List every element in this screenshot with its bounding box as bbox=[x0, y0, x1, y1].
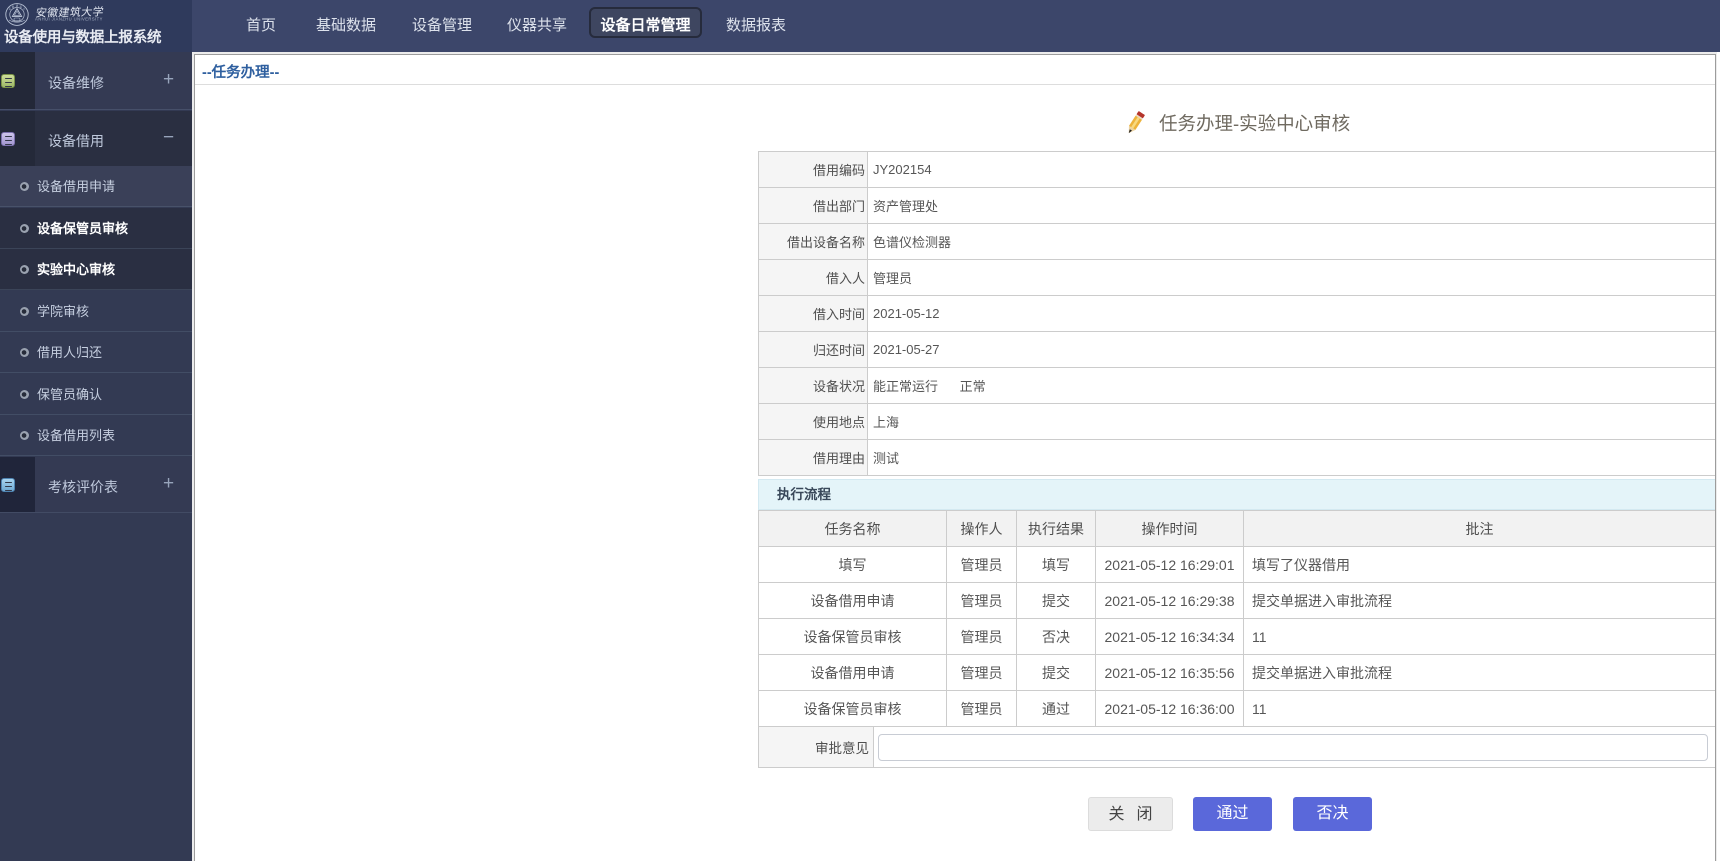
svg-text:建: 建 bbox=[16, 4, 19, 8]
